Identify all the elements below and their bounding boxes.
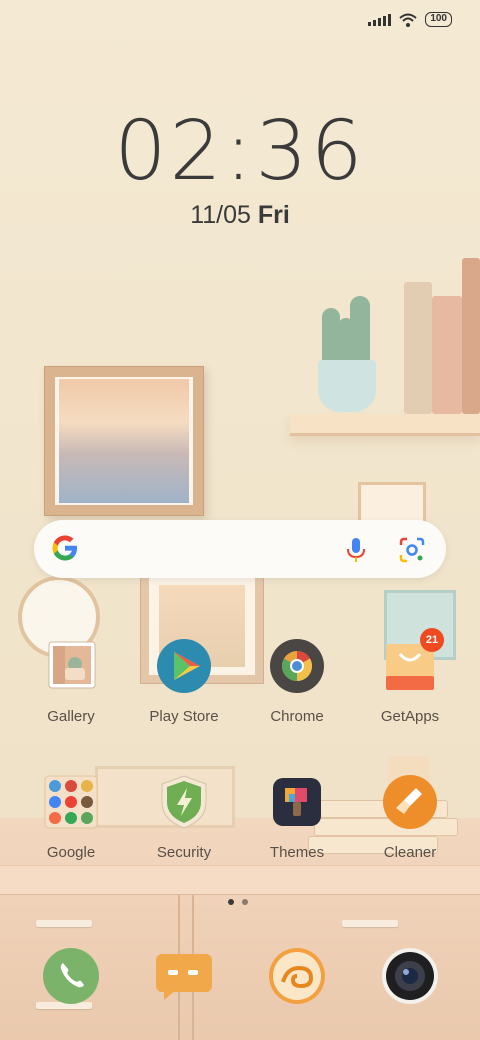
app-label: Gallery <box>47 708 95 725</box>
wallpaper-drawer-handle <box>342 920 398 927</box>
app-label: Themes <box>269 844 325 861</box>
status-bar: 100 <box>368 12 452 27</box>
google-folder-icon <box>43 774 99 830</box>
google-search-widget[interactable] <box>34 520 446 578</box>
wifi-icon <box>399 13 417 27</box>
battery-indicator: 100 <box>425 12 452 27</box>
app-label: Chrome <box>270 708 324 725</box>
app-play-store[interactable]: Play Store <box>124 638 244 725</box>
app-label: GetApps <box>380 708 440 725</box>
gallery-icon <box>43 638 99 694</box>
google-lens-icon[interactable] <box>398 536 426 564</box>
wallpaper-picture-frame <box>44 366 204 516</box>
messages-icon <box>156 954 212 1000</box>
app-gallery[interactable]: Gallery <box>11 638 131 725</box>
wallpaper-book <box>462 258 480 414</box>
wallpaper-cactus <box>350 296 370 364</box>
clock-time[interactable]: 02:36 <box>0 104 480 199</box>
notification-badge: 21 <box>420 628 444 652</box>
wallpaper-book <box>432 296 462 414</box>
wallpaper-shelf <box>290 414 480 436</box>
app-themes[interactable]: Themes <box>237 774 357 861</box>
page-indicator <box>228 899 248 905</box>
themes-icon <box>269 774 325 830</box>
cellular-signal-icon <box>368 13 392 26</box>
uc-browser-icon <box>269 948 325 1004</box>
getapps-icon: 21 <box>382 628 444 694</box>
chrome-icon <box>269 638 325 694</box>
date-text: 11/05 <box>190 201 251 229</box>
dock-uc-browser[interactable] <box>267 946 327 1006</box>
folder-google[interactable]: Google <box>11 774 131 861</box>
app-cleaner[interactable]: Cleaner <box>350 774 470 861</box>
wallpaper-drawer-handle <box>36 920 92 927</box>
cleaner-icon <box>382 774 438 830</box>
camera-icon <box>382 948 438 1004</box>
wallpaper-book <box>404 282 432 414</box>
app-label: Cleaner <box>383 844 437 861</box>
app-getapps[interactable]: 21 GetApps <box>350 628 470 725</box>
app-security[interactable]: Security <box>124 774 244 861</box>
play-store-icon <box>156 638 212 694</box>
dock-phone[interactable] <box>41 946 101 1006</box>
app-label: Google <box>46 844 96 861</box>
wallpaper-plant-pot <box>318 360 376 412</box>
dock-messages[interactable] <box>154 946 214 1006</box>
page-dot-active <box>228 899 234 905</box>
app-chrome[interactable]: Chrome <box>237 638 357 725</box>
app-label: Play Store <box>149 708 219 725</box>
page-dot <box>242 899 248 905</box>
clock-date[interactable]: 11/05 Fri <box>0 201 480 230</box>
phone-icon <box>43 948 99 1004</box>
google-logo-icon <box>50 533 80 569</box>
security-icon <box>156 774 212 830</box>
app-label: Security <box>156 844 212 861</box>
dock-camera[interactable] <box>380 946 440 1006</box>
weekday-text: Fri <box>257 201 290 229</box>
voice-search-icon[interactable] <box>342 536 370 564</box>
wallpaper-desk-edge <box>0 865 480 895</box>
